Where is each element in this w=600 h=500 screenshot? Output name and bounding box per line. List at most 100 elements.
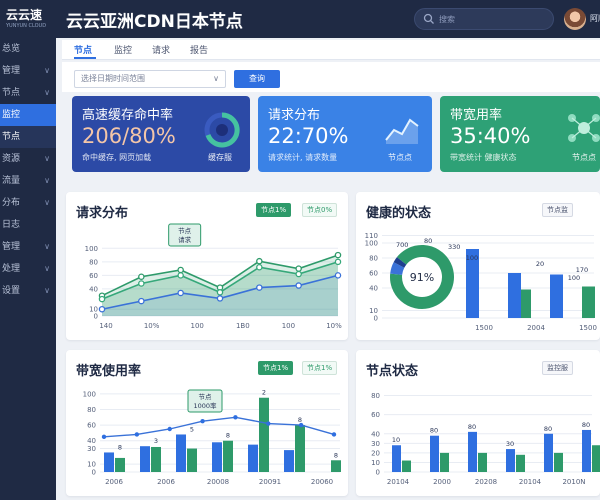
x-tick-label: 1500: [579, 324, 597, 332]
network-icon: [568, 114, 600, 142]
sidebar-item[interactable]: 节点 ∨: [0, 82, 56, 104]
sidebar-item[interactable]: 流量 ∨: [0, 170, 56, 192]
x-tick-label: 2004: [527, 324, 545, 332]
bar-value-label: 10: [392, 436, 400, 444]
user-name[interactable]: 阿顺: [590, 13, 600, 24]
sidebar-item[interactable]: 管理 ∨: [0, 236, 56, 258]
sidebar-item-label: 设置: [2, 286, 21, 296]
data-point: [256, 264, 263, 271]
tab-monitor[interactable]: 监控: [114, 43, 132, 56]
tab-nodes[interactable]: 节点: [74, 43, 92, 56]
x-tick-label: 10%: [326, 322, 342, 330]
kpi-title: 带宽用率: [450, 108, 503, 123]
chevron-down-icon: ∨: [44, 264, 50, 273]
data-point: [298, 422, 304, 428]
chevron-down-icon: ∨: [44, 242, 50, 251]
sidebar-item[interactable]: 设置 ∨: [0, 280, 56, 302]
chevron-down-icon: ∨: [44, 198, 50, 207]
data-point: [256, 284, 263, 291]
kpi-value: 206/80%: [82, 124, 176, 148]
y-tick-label: 100: [365, 240, 378, 248]
health-status-panel: 健康的状态 节点监 0 10 40 60 80 100 110 91% 700 80 330 100 2…: [356, 192, 600, 340]
data-point: [177, 289, 184, 297]
bar: [582, 429, 591, 472]
kpi-request-distribution[interactable]: 请求分布 22:70% 请求统计, 请求数量 节点点: [258, 96, 432, 172]
y-tick-label: 40: [369, 285, 378, 293]
data-point: [334, 272, 342, 279]
bar: [516, 454, 525, 472]
y-tick-label: 0: [92, 469, 96, 477]
x-tick-label: 2000: [433, 478, 451, 486]
kpi-cache-hit[interactable]: 高速缓存命中率 206/80% 命中缓存, 网页加载 缓存服: [72, 96, 250, 172]
date-range-select[interactable]: 选择日期时间范围 ∨: [74, 70, 226, 88]
data-point: [138, 273, 145, 280]
x-tick-label: 20008: [207, 478, 229, 486]
y-tick-label: 110: [365, 232, 378, 240]
sidebar-item[interactable]: 日志: [0, 214, 56, 236]
sidebar-item[interactable]: 总览: [0, 38, 56, 60]
y-tick-label: 40: [371, 430, 380, 438]
y-tick-label: 80: [89, 258, 98, 266]
sidebar-item[interactable]: 监控: [0, 104, 56, 126]
query-button[interactable]: 查询: [234, 70, 280, 88]
data-point: [177, 272, 184, 279]
tab-requests[interactable]: 请求: [152, 43, 170, 56]
bar-value-label: 80: [430, 427, 438, 435]
kpi-bandwidth[interactable]: 带宽用率 35:40% 带宽统计 健康状态 节点点: [440, 96, 600, 172]
y-tick-label: 10: [371, 459, 380, 467]
bar: [187, 448, 197, 472]
x-tick-label: 100: [282, 322, 295, 330]
sidebar-item[interactable]: 分布 ∨: [0, 192, 56, 214]
x-tick-label: 2006: [157, 478, 175, 486]
y-tick-label: 100: [85, 245, 98, 253]
bar: [223, 440, 233, 472]
bar: [392, 445, 401, 472]
sidebar-item-label: 处理: [2, 264, 21, 274]
y-tick-label: 30: [371, 440, 380, 448]
bar: [430, 435, 439, 472]
sidebar-item[interactable]: 管理 ∨: [0, 60, 56, 82]
node-status-panel: 节点状态 监控服 0 10 20 30 40 60 80 10 80 80 30 80 80 20104 2…: [356, 350, 600, 496]
bar-value-label: 3: [154, 437, 158, 445]
sidebar-item[interactable]: 处理 ∨: [0, 258, 56, 280]
search-box[interactable]: [414, 8, 554, 30]
data-point: [256, 257, 263, 265]
y-tick-label: 10: [369, 307, 378, 315]
x-tick-label: 140: [99, 322, 112, 330]
x-tick-label: 100: [191, 322, 204, 330]
bar: [176, 434, 186, 472]
tab-reports[interactable]: 报告: [190, 43, 208, 56]
bar-value-label: 8: [334, 451, 338, 459]
data-point: [334, 258, 342, 266]
chevron-down-icon: ∨: [213, 74, 219, 83]
kpi-caption: 节点点: [388, 153, 412, 162]
line-chart-icon: [385, 118, 419, 144]
search-input[interactable]: [439, 12, 539, 26]
bar-value-label: 80: [468, 423, 476, 431]
y-tick-label: 60: [87, 422, 96, 430]
kpi-subtitle: 命中缓存, 网页加载: [82, 153, 152, 162]
x-tick-label: 10%: [144, 322, 160, 330]
bar-value-label: 170: [576, 266, 588, 274]
y-tick-label: 0: [374, 315, 378, 323]
avatar[interactable]: [564, 8, 586, 30]
sidebar: 云云速 YUNYUN CLOUD 总览管理 ∨ 节点 ∨ 监控节点资源 ∨ 流量 ∨ 分布 ∨ 日志…: [0, 0, 56, 500]
x-tick-label: 1B0: [236, 322, 250, 330]
y-tick-label: 60: [89, 272, 98, 280]
sidebar-item-label: 监控: [2, 110, 21, 120]
brand-subtitle: YUNYUN CLOUD: [6, 23, 47, 29]
bar-value-label: 20: [536, 260, 544, 268]
bar: [582, 286, 595, 318]
active-tab-indicator: [74, 57, 96, 59]
request-area-chart: 010406080100节点请求140 10% 100 1B0 100 10%: [85, 223, 342, 330]
logo[interactable]: 云云速 YUNYUN CLOUD: [0, 0, 56, 38]
bar: [115, 457, 125, 472]
sidebar-nav: 总览 管理 ∨ 节点 ∨ 监控 节点 资源 ∨ 流量 ∨ 分布 ∨ 日志 管理 ∨ 处理 ∨ 设置 ∨: [0, 38, 56, 302]
sidebar-item-label: 节点: [2, 132, 21, 142]
sidebar-item[interactable]: 资源 ∨: [0, 148, 56, 170]
y-tick-label: 80: [369, 255, 378, 263]
sidebar-item[interactable]: 节点: [0, 126, 56, 148]
data-point: [200, 418, 205, 424]
sidebar-item-label: 管理: [2, 242, 21, 252]
bar-value-label: 8: [298, 416, 302, 424]
